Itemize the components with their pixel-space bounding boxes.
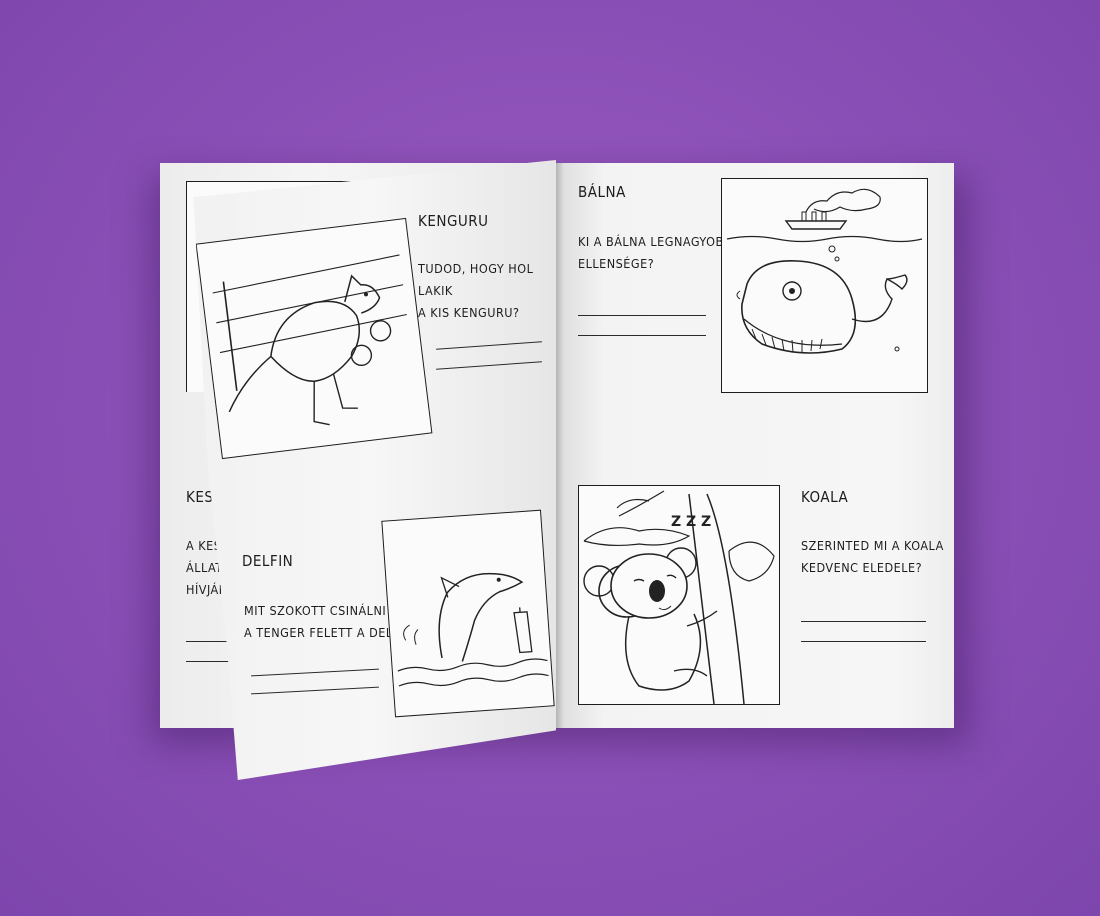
- kenguru-question: TUDOD, HOGY HOL LAKIK A KIS KENGURU?: [418, 261, 534, 320]
- answer-line: [251, 668, 379, 677]
- koala-drawing: Z Z Z: [583, 490, 775, 705]
- koala-question: SZERINTED MI A KOALA KEDVENC ELEDELE?: [801, 538, 944, 575]
- dolphin-picture: [381, 509, 555, 718]
- dolphin-drawing: [397, 572, 549, 687]
- kangaroo-picture: [195, 217, 433, 460]
- whale-drawing: [726, 188, 923, 354]
- answer-line: [436, 361, 542, 370]
- kangaroo-drawing: [212, 254, 407, 426]
- koala-title: KOALA: [801, 488, 849, 506]
- koala-zzz: Z Z Z: [671, 514, 711, 530]
- delfin-title: DELFIN: [242, 552, 294, 570]
- answer-line: [801, 621, 926, 622]
- answer-line: [251, 686, 379, 695]
- answer-line: [578, 315, 706, 316]
- balna-question: KI A BÁLNA LEGNAGYOBB ELLENSÉGE?: [578, 234, 732, 271]
- answer-line: [436, 341, 542, 350]
- kenguru-title: KENGURU: [418, 212, 489, 230]
- right-page: BÁLNA KI A BÁLNA LEGNAGYOBB ELLENSÉGE? Z…: [556, 163, 954, 728]
- whale-picture: [721, 178, 928, 393]
- koala-picture: Z Z Z: [578, 485, 780, 705]
- turning-page: KENGURU TUDOD, HOGY HOL LAKIK A KIS KENG…: [193, 160, 556, 780]
- answer-line: [578, 335, 706, 336]
- answer-line: [801, 641, 926, 642]
- balna-title: BÁLNA: [578, 183, 626, 201]
